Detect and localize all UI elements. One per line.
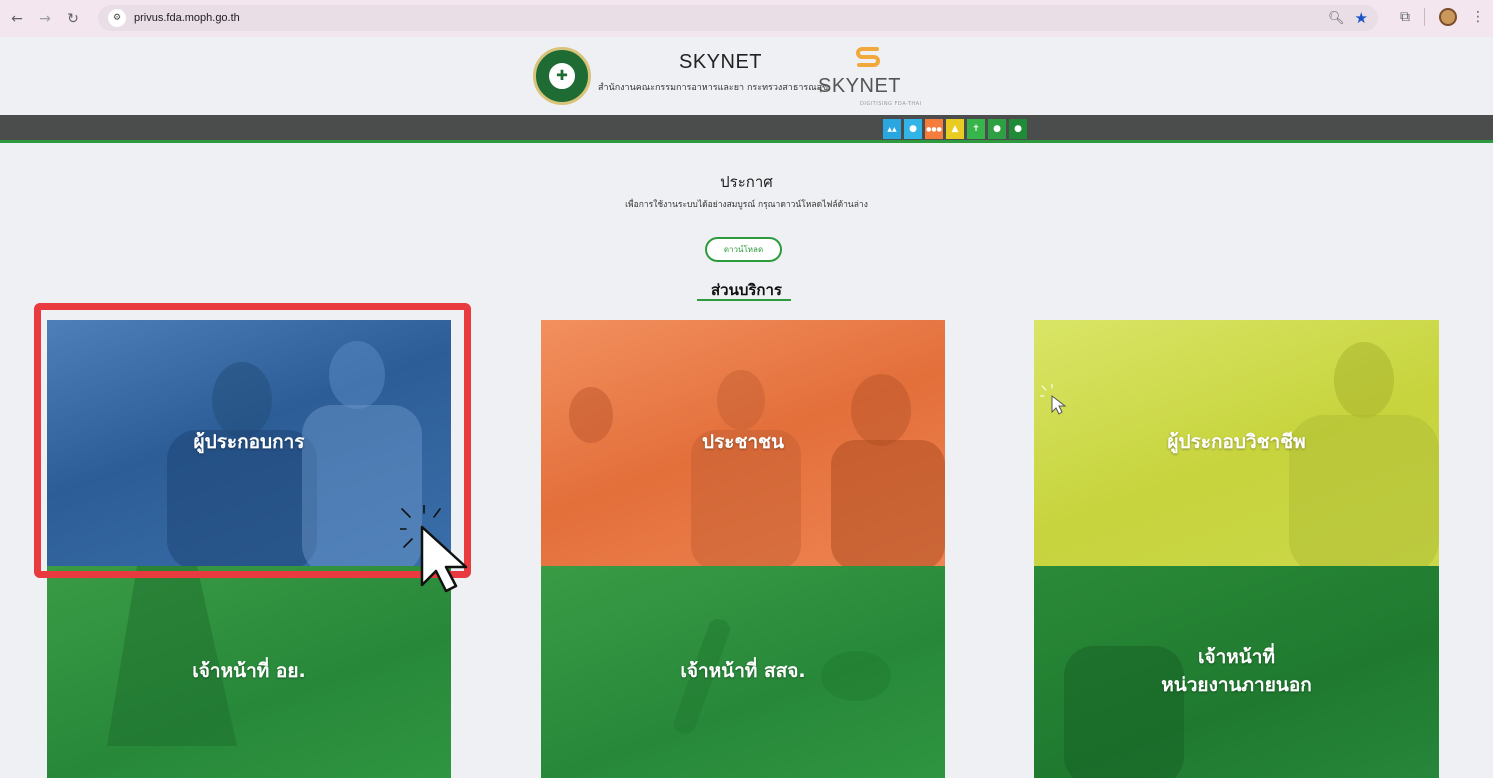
tile-provincial-staff-label: เจ้าหน้าที่ สสจ. [680, 660, 806, 683]
tile-external-staff[interactable]: เจ้าหน้าที่ หน่วยงานภายนอก [1034, 566, 1439, 778]
tile-provincial-staff[interactable]: เจ้าหน้าที่ สสจ. [541, 566, 945, 778]
role-external-staff-icon[interactable]: ● [1009, 119, 1027, 139]
section-underline [697, 299, 791, 301]
announcement-text: เพื่อการใช้งานระบบได้อย่างสมบูรณ์ กรุณาด… [625, 200, 868, 210]
pointer-cursor-icon [1040, 384, 1067, 415]
role-public-icon[interactable]: ● [904, 119, 922, 139]
browser-toolbar: ← → ↻ ⚙ privus.fda.moph.go.th 🔍︎ ★ ⧉ ⋮ [0, 0, 1493, 37]
tile-professional[interactable]: ผู้ประกอบวิชาชีพ [1034, 320, 1439, 566]
ministry-seal-logo[interactable]: ✚ [533, 47, 591, 105]
site-header: ✚ SKYNET สำนักงานคณะกรรมการอาหารและยา กร… [0, 37, 1493, 115]
role-group-icon[interactable]: ●●● [925, 119, 943, 139]
click-cursor-icon [400, 505, 468, 593]
tile-fda-staff[interactable]: เจ้าหน้าที่ อย. [47, 566, 451, 778]
tile-external-line1: เจ้าหน้าที่ [1197, 646, 1275, 669]
role-professional-icon[interactable]: ▲ [946, 119, 964, 139]
toolbar-divider [1424, 8, 1425, 26]
address-bar[interactable]: ⚙ privus.fda.moph.go.th 🔍︎ ★ [98, 5, 1378, 31]
announcement-title: ประกาศ [720, 173, 773, 191]
site-info-icon[interactable]: ⚙ [108, 9, 126, 27]
tile-external-line2: หน่วยงานภายนอก [1161, 674, 1312, 696]
skynet-s-logo-icon [856, 47, 880, 67]
tile-external-staff-label: เจ้าหน้าที่ หน่วยงานภายนอก [1161, 644, 1311, 699]
tile-professional-label: ผู้ประกอบวิชาชีพ [1167, 431, 1306, 454]
bookmark-star-icon[interactable]: ★ [1355, 9, 1368, 27]
brand-subtitle: สำนักงานคณะกรรมการอาหารและยา กระทรวงสาธา… [598, 83, 829, 93]
reload-icon[interactable]: ↻ [62, 8, 84, 30]
forward-icon[interactable]: → [34, 8, 56, 30]
download-button[interactable]: ดาวน์โหลด [705, 237, 782, 262]
role-provincial-staff-icon[interactable]: ● [988, 119, 1006, 139]
skynet-logo-word: SKYNET [818, 75, 902, 97]
extensions-icon[interactable]: ⧉ [1400, 9, 1410, 25]
role-fda-staff-icon[interactable]: ✝ [967, 119, 985, 139]
zoom-icon[interactable]: 🔍︎ [1328, 11, 1345, 26]
url-text: privus.fda.moph.go.th [134, 12, 240, 24]
tile-public[interactable]: ประชาชน [541, 320, 945, 566]
role-operator-icon[interactable]: ▲▲ [883, 119, 901, 139]
back-icon[interactable]: ← [6, 8, 28, 30]
skynet-logo-tag: DIGITISING FDA-THAI [860, 101, 922, 107]
profile-avatar[interactable] [1439, 8, 1457, 26]
seal-emblem-icon: ✚ [547, 61, 577, 91]
tile-public-label: ประชาชน [702, 431, 784, 454]
brand-title: SKYNET [679, 51, 763, 73]
menu-kebab-icon[interactable]: ⋮ [1471, 9, 1485, 25]
role-nav-bar: ▲▲ ● ●●● ▲ ✝ ● ● [0, 115, 1493, 143]
tile-fda-staff-label: เจ้าหน้าที่ อย. [192, 660, 306, 683]
role-icon-group: ▲▲ ● ●●● ▲ ✝ ● ● [883, 119, 1027, 139]
